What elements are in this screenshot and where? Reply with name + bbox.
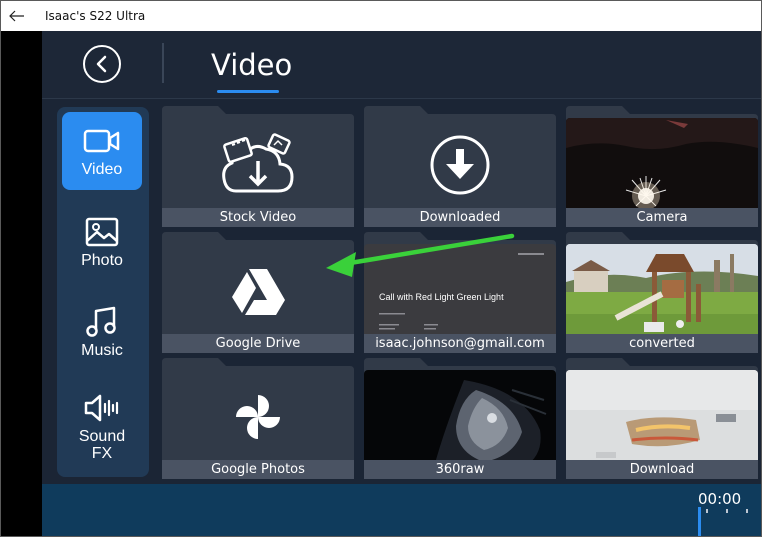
google-photos-icon <box>162 376 354 458</box>
fisheye-thumbnail <box>364 370 556 467</box>
folder-tile-camera[interactable]: Camera <box>566 106 758 227</box>
folder-tile-download[interactable]: Download <box>566 358 758 479</box>
timeline-ticks <box>706 509 748 513</box>
folder-tile-stock-video[interactable]: Stock Video <box>162 106 354 227</box>
playground-thumbnail <box>566 244 758 341</box>
video-camera-icon <box>83 125 121 157</box>
google-drive-icon <box>162 250 354 332</box>
phone-mirror: Video Video Photo Music Sound FX Stock V… <box>1 31 761 536</box>
tile-caption: converted <box>566 334 758 353</box>
category-sidebar: Video Photo Music Sound FX <box>57 107 149 477</box>
image-icon <box>83 216 121 248</box>
sidebar-item-label: Photo <box>81 251 123 269</box>
tile-caption: Google Photos <box>162 460 354 479</box>
title-underline <box>217 90 279 93</box>
chevron-left-icon <box>96 55 107 73</box>
blurry-thumbnail <box>566 370 758 467</box>
music-note-icon <box>83 306 121 338</box>
fireworks-thumbnail <box>566 118 758 215</box>
window-back-button[interactable] <box>3 6 31 26</box>
header-divider <box>162 43 164 83</box>
sidebar-item-music[interactable]: Music <box>62 293 142 371</box>
arrow-left-icon <box>9 10 24 22</box>
folder-tile-converted[interactable]: converted <box>566 232 758 353</box>
tile-caption: isaac.johnson@gmail.com <box>364 334 556 353</box>
tile-caption: Stock Video <box>162 208 354 227</box>
sidebar-item-label: Video <box>81 160 123 178</box>
folder-tile-account[interactable]: Call with Red Light Green Light isaac.jo… <box>364 232 556 353</box>
sidebar-item-label: Sound FX <box>78 428 126 462</box>
app-header: Video <box>42 31 761 99</box>
window-titlebar: Isaac's S22 Ultra <box>1 1 761 31</box>
speaker-icon <box>83 392 121 424</box>
folder-tile-google-drive[interactable]: Google Drive <box>162 232 354 353</box>
sidebar-item-video[interactable]: Video <box>62 112 142 190</box>
folder-tile-360raw[interactable]: 360raw <box>364 358 556 479</box>
folder-tile-google-photos[interactable]: Google Photos <box>162 358 354 479</box>
slide-thumbnail: Call with Red Light Green Light <box>364 244 556 341</box>
back-button[interactable] <box>83 45 121 83</box>
sidebar-item-sound-fx[interactable]: Sound FX <box>62 383 142 471</box>
tile-caption: Downloaded <box>364 208 556 227</box>
timeline-playhead[interactable] <box>698 507 701 536</box>
app-screen: Video Video Photo Music Sound FX Stock V… <box>42 31 761 536</box>
window-title: Isaac's S22 Ultra <box>45 9 146 23</box>
sidebar-item-label: Music <box>81 341 123 359</box>
tile-caption: Google Drive <box>162 334 354 353</box>
timeline-bar <box>42 484 761 536</box>
timeline-time: 00:00 <box>698 490 742 508</box>
cloud-media-icon <box>162 124 354 206</box>
tile-caption: 360raw <box>364 460 556 479</box>
download-icon <box>364 124 556 206</box>
tile-caption: Camera <box>566 208 758 227</box>
tile-caption: Download <box>566 460 758 479</box>
folder-tile-downloaded[interactable]: Downloaded <box>364 106 556 227</box>
page-title: Video <box>211 48 293 82</box>
sidebar-item-photo[interactable]: Photo <box>62 203 142 281</box>
